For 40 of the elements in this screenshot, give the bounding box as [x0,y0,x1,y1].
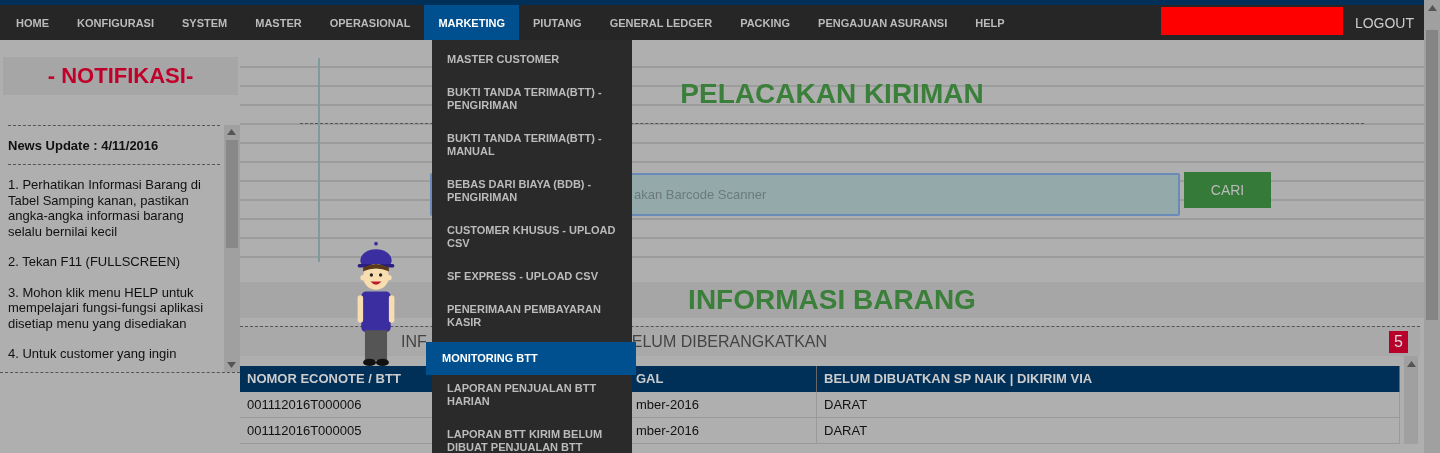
nav-menu-item[interactable]: MASTER [241,5,316,40]
nav-menu-item[interactable]: MARKETING [424,5,519,40]
news-paragraph: 2. Tekan F11 (FULLSCREEN) [8,254,182,270]
news-paragraph: 1. Perhatikan Informasi Barang di Tabel Samping kanan, pastikan angka-angka informasi barang selalu bernilai kecil [8,177,202,239]
dropdown-menu-item[interactable]: BUKTI TANDA TERIMA(BTT) - PENGIRIMAN [432,79,632,125]
scrollbar[interactable] [224,125,240,372]
scroll-up-icon[interactable] [1427,5,1437,11]
nav-menu-item[interactable]: SYSTEM [168,5,242,40]
nav-menu-item[interactable]: PIUTANG [519,5,596,40]
dropdown-menu-item[interactable]: MONITORING BTT [426,342,636,375]
news-title: News Update : 4/11/2016 [8,137,160,155]
dropdown-menu-item[interactable]: MASTER CUSTOMER [432,46,632,79]
scroll-down-icon[interactable] [227,362,236,368]
scroll-up-icon[interactable] [1406,361,1416,367]
nav-menu-item[interactable]: GENERAL LEDGER [595,5,727,40]
tracking-title: PELACAKAN KIRIMAN [680,78,984,110]
scrollbar[interactable] [1404,356,1418,444]
nav-menu-item[interactable]: KONFIGURASI [63,5,168,40]
table-cell: DARAT [817,392,1400,418]
logout-link[interactable]: LOGOUT [1342,5,1424,40]
news-paragraph: 4. Untuk customer yang ingin [8,346,178,362]
dropdown-menu-item[interactable]: CUSTOMER KHUSUS - UPLOAD CSV [432,217,632,263]
dropdown-menu-item[interactable]: SF EXPRESS - UPLOAD CSV [432,263,632,296]
table-cell: DARAT [817,418,1400,444]
subheading-text: INF [401,332,427,351]
dropdown-menu-item[interactable]: BUKTI TANDA TERIMA(BTT) - MANUAL [432,125,632,171]
nav-menu-item[interactable]: HOME [2,5,63,40]
section-title: INFORMASI BARANG [688,284,976,316]
notification-title: - NOTIFIKASI- [3,57,238,95]
column-header: BELUM DIBUATKAN SP NAIK | DIKIRIM VIA [817,366,1400,392]
nav-menu-item[interactable]: PENGAJUAN ASURANSI [804,5,962,40]
nav-menu-item[interactable]: HELP [961,5,1019,40]
nav-menu-item[interactable]: OPERASIONAL [315,5,425,40]
dropdown-menu-item[interactable]: BEBAS DARI BIAYA (BDB) - PENGIRIMAN [432,171,632,217]
news-paragraph: 3. Mohon klik menu HELP untuk mempelajari fungsi-fungsi aplikasi disetiap menu yang disediakan [8,284,205,331]
nav-menu-item[interactable]: PACKING [726,5,805,40]
count-badge: 5 [1389,330,1408,353]
scroll-up-icon[interactable] [227,129,236,135]
dropdown-menu-item[interactable]: PENERIMAAN PEMBAYARAN KASIR [432,296,632,342]
scrollbar[interactable] [1424,0,1440,453]
